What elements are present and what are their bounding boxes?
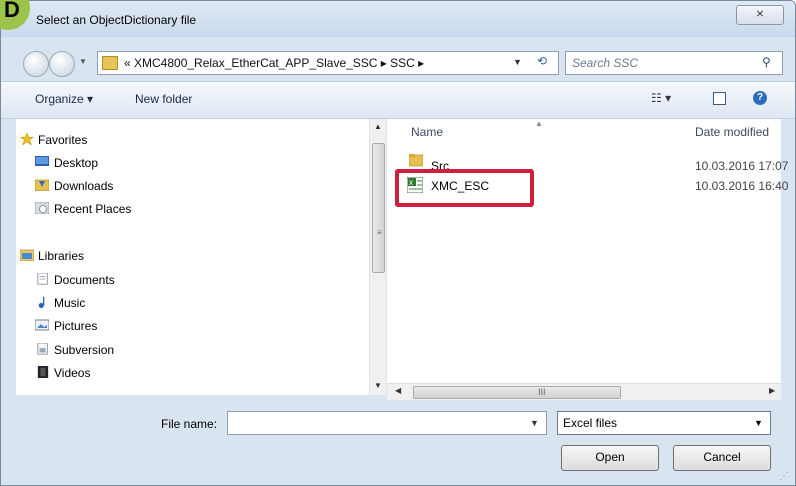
sidebar-item-libraries[interactable]: Libraries <box>20 249 85 263</box>
sidebar-item-label: Videos <box>54 366 91 380</box>
scroll-up-icon[interactable]: ▲ <box>374 122 382 131</box>
sidebar-item-label: Desktop <box>54 156 99 170</box>
sidebar-item-desktop[interactable]: Desktop <box>35 156 99 170</box>
document-icon <box>37 273 48 285</box>
sidebar-item-label: Libraries <box>38 249 85 263</box>
refresh-icon[interactable]: ⟲ <box>530 54 554 70</box>
title-bar[interactable]: Select an ObjectDictionary file ⨯ <box>1 1 795 37</box>
sidebar-item-pictures[interactable]: Pictures <box>35 319 98 333</box>
step-badge-letter: D <box>4 0 20 22</box>
file-date: 10.03.2016 16:40 <box>695 179 789 193</box>
scroll-down-icon[interactable]: ▼ <box>374 381 382 390</box>
view-options-icon[interactable]: ☷ ▾ <box>651 91 671 105</box>
sidebar-item-recent-places[interactable]: Recent Places <box>35 202 132 216</box>
address-dropdown-icon[interactable]: ▼ <box>513 57 522 67</box>
file-date: 10.03.2016 17:07 <box>695 159 789 173</box>
scroll-grip-icon: III <box>538 387 546 397</box>
file-name-input[interactable]: ▼ <box>227 411 547 435</box>
help-icon[interactable]: ? <box>753 91 767 105</box>
sidebar-item-subversion[interactable]: Subversion <box>37 343 115 357</box>
file-type-value: Excel files <box>563 416 618 430</box>
file-type-dropdown-icon[interactable]: ▼ <box>754 418 763 428</box>
column-header-date[interactable]: Date modified <box>695 125 769 139</box>
scroll-grip-icon: ≡ <box>377 228 382 237</box>
close-button[interactable]: ⨯ <box>736 5 784 25</box>
sidebar-item-label: Recent Places <box>54 202 132 216</box>
music-icon <box>38 296 45 308</box>
scroll-thumb[interactable]: ≡ <box>372 143 385 273</box>
sidebar-item-favorites[interactable]: Favorites <box>20 133 88 147</box>
sidebar-item-label: Pictures <box>54 319 98 333</box>
scroll-left-icon[interactable]: ◀ <box>395 386 401 395</box>
back-button[interactable] <box>23 51 49 77</box>
highlight-box <box>395 169 534 207</box>
file-list-horizontal-scrollbar[interactable]: ◀ III ▶ <box>387 383 781 400</box>
forward-button[interactable] <box>49 51 75 77</box>
downloads-icon <box>35 179 49 191</box>
search-input[interactable]: Search SSC <box>572 56 638 70</box>
folder-icon <box>409 154 423 167</box>
command-bar: Organize ▾ New folder ☷ ▾ ? <box>1 81 795 119</box>
sidebar-item-music[interactable]: Music <box>38 296 86 310</box>
sidebar-item-label: Downloads <box>54 179 114 193</box>
navigation-pane: Favorites Desktop Downloads Recent Place… <box>16 119 384 395</box>
navigation-scrollbar[interactable]: ▲ ≡ ▼ <box>369 119 386 395</box>
libraries-icon <box>20 249 34 261</box>
resize-grip-icon[interactable]: ⋰ <box>779 471 789 482</box>
new-folder-button[interactable]: New folder <box>135 92 192 106</box>
address-bar[interactable]: « XMC4800_Relax_EtherCat_APP_Slave_SSC ▸… <box>97 51 559 75</box>
address-path[interactable]: « XMC4800_Relax_EtherCat_APP_Slave_SSC ▸… <box>124 56 424 70</box>
sidebar-item-label: Favorites <box>38 133 88 147</box>
sidebar-item-label: Subversion <box>54 343 115 357</box>
organize-button[interactable]: Organize ▾ <box>35 92 93 106</box>
sidebar-item-label: Music <box>54 296 86 310</box>
file-name-label: File name: <box>161 417 218 431</box>
folder-icon <box>102 56 118 70</box>
sidebar-item-documents[interactable]: Documents <box>37 273 115 287</box>
window-title: Select an ObjectDictionary file <box>36 13 197 27</box>
sidebar-item-label: Documents <box>54 273 115 287</box>
scroll-right-icon[interactable]: ▶ <box>769 386 775 395</box>
star-icon <box>20 133 34 145</box>
sidebar-item-videos[interactable]: Videos <box>37 366 91 380</box>
pictures-icon <box>35 319 49 331</box>
scroll-thumb[interactable]: III <box>413 386 621 399</box>
subversion-icon <box>37 343 48 355</box>
desktop-icon <box>35 156 49 166</box>
search-box[interactable]: Search SSC ⚲ <box>565 51 783 75</box>
file-name-dropdown-icon[interactable]: ▼ <box>530 418 539 428</box>
sort-indicator-icon: ▲ <box>535 119 543 128</box>
navigation-bar: ▼ « XMC4800_Relax_EtherCat_APP_Slave_SSC… <box>1 43 795 79</box>
column-header-name[interactable]: Name <box>411 125 443 139</box>
cancel-button[interactable]: Cancel <box>673 445 771 471</box>
videos-icon <box>37 366 49 378</box>
file-dialog: Select an ObjectDictionary file ⨯ ▼ « XM… <box>0 0 796 486</box>
sidebar-item-downloads[interactable]: Downloads <box>35 179 114 193</box>
file-type-select[interactable]: Excel files ▼ <box>557 411 771 435</box>
recent-locations-chevron-icon[interactable]: ▼ <box>79 57 87 66</box>
search-icon[interactable]: ⚲ <box>762 55 771 69</box>
file-list: Name ▲ Date modified Src 10.03.2016 17:0… <box>387 119 788 383</box>
preview-pane-icon[interactable] <box>713 92 726 105</box>
recent-places-icon <box>35 202 49 214</box>
open-button[interactable]: Open <box>561 445 659 471</box>
